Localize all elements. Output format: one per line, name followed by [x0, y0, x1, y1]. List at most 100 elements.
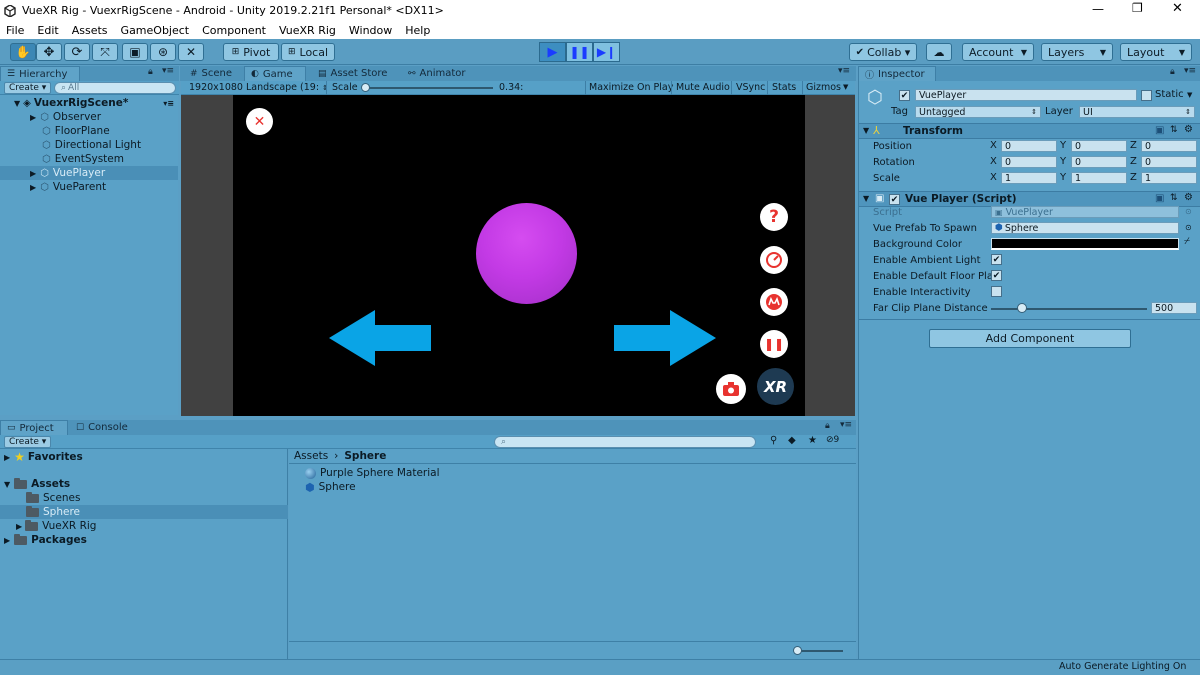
tab-animator[interactable]: ⚯ Animator — [402, 66, 472, 81]
position-z-field[interactable]: 0 — [1141, 140, 1197, 152]
tree-favorites[interactable]: ▶ ★ Favorites — [4, 450, 83, 464]
menu-edit[interactable]: Edit — [37, 24, 58, 37]
help-button[interactable]: ? — [760, 203, 788, 231]
breadcrumb-current[interactable]: Sphere — [344, 450, 386, 462]
lock-icon[interactable]: 🔒︎ — [825, 421, 830, 431]
scale-tool-button[interactable]: ⤧ — [92, 43, 118, 61]
left-arrow-icon[interactable] — [329, 310, 431, 366]
menu-window[interactable]: Window — [349, 24, 392, 37]
tab-inspector[interactable]: ⓘ Inspector — [858, 66, 936, 81]
hidden-packages-icon[interactable]: ⊘9 — [826, 435, 839, 445]
vr-mode-button[interactable] — [760, 288, 788, 316]
stats-toggle[interactable]: Stats — [772, 82, 796, 93]
x-axis-label[interactable]: X — [990, 140, 997, 151]
scene-root[interactable]: ▼ ◈ VuexrRigScene* ▾≡ — [0, 96, 178, 110]
panel-menu-icon[interactable]: ▾≡ — [162, 66, 174, 76]
file-item[interactable]: ⬢ Sphere — [305, 480, 356, 494]
hierarchy-item[interactable]: ⬡ EventSystem — [0, 152, 178, 166]
project-search-input[interactable]: ⌕ — [494, 436, 756, 448]
layer-dropdown[interactable]: UI ⇕ — [1079, 106, 1195, 118]
scale-y-field[interactable]: 1 — [1071, 172, 1127, 184]
cloud-button[interactable]: ☁ — [926, 43, 952, 61]
breadcrumb-root[interactable]: Assets — [294, 450, 328, 462]
reference-book-icon[interactable]: ▣ — [1155, 193, 1164, 204]
reference-book-icon[interactable]: ▣ — [1155, 125, 1164, 136]
preset-icon[interactable]: ⇅ — [1170, 193, 1178, 203]
layers-dropdown[interactable]: Layers ▼ — [1041, 43, 1113, 61]
dropdown-arrow-icon[interactable]: ▼ — [843, 83, 848, 91]
background-color-swatch[interactable] — [991, 238, 1179, 250]
maximize-button[interactable]: ❐ — [1132, 1, 1143, 15]
y-axis-label[interactable]: Y — [1060, 172, 1066, 183]
pause-game-button[interactable]: ❚❚ — [760, 330, 788, 358]
tree-packages[interactable]: ▶ Packages — [4, 533, 87, 547]
z-axis-label[interactable]: Z — [1130, 140, 1137, 151]
vuexr-logo-button[interactable]: XR — [757, 368, 794, 405]
rotation-x-field[interactable]: 0 — [1001, 156, 1057, 168]
scale-z-field[interactable]: 1 — [1141, 172, 1197, 184]
far-clip-slider-thumb[interactable] — [1017, 303, 1028, 313]
rect-tool-button[interactable]: ▣ — [122, 43, 148, 61]
collapsed-arrow-icon[interactable]: ▶ — [30, 183, 36, 192]
move-tool-button[interactable]: ✥ — [36, 43, 62, 61]
gizmos-dropdown[interactable]: Gizmos — [806, 82, 841, 93]
tab-asset-store[interactable]: ▤ Asset Store — [312, 66, 393, 81]
lock-icon[interactable]: 🔒︎ — [148, 67, 153, 77]
step-button[interactable]: ▶❙ — [593, 42, 620, 62]
icon-size-slider-track[interactable] — [797, 650, 843, 652]
icon-size-slider-thumb[interactable] — [793, 646, 802, 655]
tree-vuexr-rig[interactable]: ▶ VueXR Rig — [16, 519, 96, 533]
preset-icon[interactable]: ⇅ — [1170, 125, 1178, 135]
tree-assets[interactable]: ▼ Assets — [4, 477, 70, 491]
game-viewport[interactable]: ✕ ? ❚❚ XR — [233, 95, 805, 416]
game-view[interactable]: ✕ ? ❚❚ XR — [181, 95, 855, 416]
mute-audio-toggle[interactable]: Mute Audio — [676, 82, 730, 93]
hierarchy-create-button[interactable]: Create ▾ — [4, 82, 52, 94]
account-dropdown[interactable]: Account ▼ — [962, 43, 1034, 61]
y-axis-label[interactable]: Y — [1060, 156, 1066, 167]
pivot-toggle[interactable]: ⊞ Pivot — [223, 43, 279, 61]
hand-tool-button[interactable]: ✋ — [10, 43, 36, 61]
settings-gear-icon[interactable]: ⚙ — [1184, 192, 1193, 203]
pause-button[interactable]: ❚❚ — [566, 42, 593, 62]
add-component-button[interactable]: Add Component — [929, 329, 1131, 348]
camera-button[interactable] — [716, 374, 746, 404]
transform-tool-button[interactable]: ⊛ — [150, 43, 176, 61]
layout-dropdown[interactable]: Layout ▼ — [1120, 43, 1192, 61]
object-name-field[interactable]: VuePlayer — [915, 89, 1137, 101]
lock-icon[interactable]: 🔒︎ — [1170, 67, 1175, 77]
collapsed-arrow-icon[interactable]: ▶ — [4, 453, 10, 462]
tab-hierarchy[interactable]: ☰ Hierarchy — [0, 66, 80, 81]
dropdown-arrow-icon[interactable]: ▼ — [1187, 91, 1192, 99]
tag-dropdown[interactable]: Untagged ⇕ — [915, 106, 1041, 118]
panel-menu-icon[interactable]: ▾≡ — [840, 420, 852, 430]
script-enabled-checkbox[interactable]: ✔ — [889, 194, 900, 205]
static-checkbox[interactable] — [1141, 90, 1152, 101]
tab-game[interactable]: ◐ Game — [244, 66, 306, 81]
resolution-dropdown[interactable]: 1920x1080 Landscape (19: ⇕ — [189, 82, 328, 93]
menu-help[interactable]: Help — [405, 24, 430, 37]
expand-arrow-icon[interactable]: ▼ — [14, 99, 20, 108]
scene-menu-icon[interactable]: ▾≡ — [163, 99, 174, 108]
hierarchy-item[interactable]: ▶ ⬡ VueParent — [0, 180, 178, 194]
play-button[interactable]: ▶ — [539, 42, 566, 62]
hierarchy-item[interactable]: ⬡ Directional Light — [0, 138, 178, 152]
settings-gear-icon[interactable]: ⚙ — [1184, 124, 1193, 135]
scale-slider-thumb[interactable] — [361, 83, 370, 92]
ambient-light-checkbox[interactable]: ✔ — [991, 254, 1002, 265]
collapsed-arrow-icon[interactable]: ▶ — [30, 113, 36, 122]
hierarchy-search-input[interactable]: ⌕ All — [54, 82, 176, 94]
expand-arrow-icon[interactable]: ▼ — [4, 480, 10, 489]
tree-scenes[interactable]: Scenes — [26, 491, 80, 505]
prefab-object-field[interactable]: ⬢ Sphere — [991, 222, 1179, 234]
hierarchy-item-selected[interactable]: ▶ ⬡ VuePlayer — [0, 166, 178, 180]
tab-scene[interactable]: # Scene — [184, 66, 238, 81]
vsync-toggle[interactable]: VSync — [736, 82, 765, 93]
rotation-z-field[interactable]: 0 — [1141, 156, 1197, 168]
vue-player-script-header[interactable]: ▼ ▣ ✔ Vue Player (Script) ▣ ⇅ ⚙ — [859, 191, 1200, 207]
interactivity-checkbox[interactable] — [991, 286, 1002, 297]
close-button[interactable]: ✕ — [1172, 1, 1183, 16]
collapsed-arrow-icon[interactable]: ▶ — [16, 522, 22, 531]
floor-plane-checkbox[interactable]: ✔ — [991, 270, 1002, 281]
tab-console[interactable]: ☐ Console — [70, 420, 134, 435]
